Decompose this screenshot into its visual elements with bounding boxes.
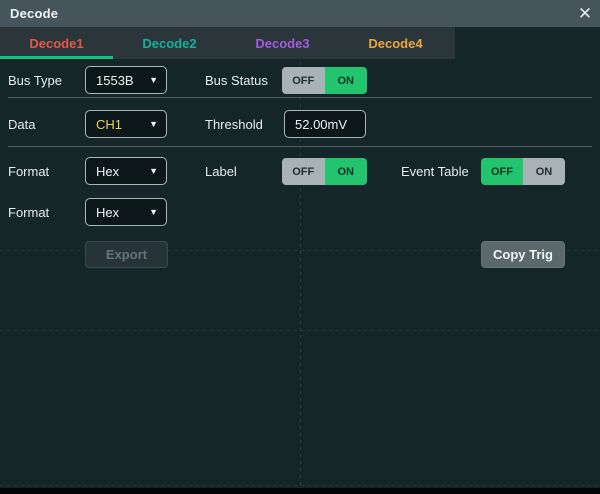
bus-status-toggle[interactable]: OFF ON [282, 67, 367, 94]
bus-type-dropdown[interactable]: 1553B ▼ [85, 66, 167, 94]
data-label: Data [8, 110, 35, 138]
data-source-dropdown[interactable]: CH1 ▼ [85, 110, 167, 138]
bus-status-label: Bus Status [205, 66, 268, 94]
separator [8, 97, 592, 98]
tab-decode3[interactable]: Decode3 [226, 27, 339, 59]
graticule-horizontal-line [0, 485, 600, 486]
tab-decode4[interactable]: Decode4 [339, 27, 452, 59]
tab-decode1[interactable]: Decode1 [0, 27, 113, 59]
threshold-input[interactable]: 52.00mV [284, 110, 366, 138]
tab-decode2[interactable]: Decode2 [113, 27, 226, 59]
format2-label: Format [8, 198, 49, 226]
format2-dropdown[interactable]: Hex ▼ [85, 198, 167, 226]
event-table-label: Event Table [401, 157, 469, 185]
format-dropdown[interactable]: Hex ▼ [85, 157, 167, 185]
format-label: Format [8, 157, 49, 185]
chevron-down-icon: ▼ [149, 119, 158, 129]
threshold-label: Threshold [205, 110, 263, 138]
bus-type-label: Bus Type [8, 66, 62, 94]
chevron-down-icon: ▼ [149, 207, 158, 217]
label-toggle[interactable]: OFF ON [282, 158, 367, 185]
dialog-title: Decode [0, 6, 58, 21]
close-icon[interactable]: ✕ [570, 0, 600, 27]
chevron-down-icon: ▼ [149, 75, 158, 85]
graticule-horizontal-line [0, 330, 600, 331]
separator [8, 146, 592, 147]
chevron-down-icon: ▼ [149, 166, 158, 176]
titlebar: Decode ✕ [0, 0, 600, 27]
bottom-strip [0, 488, 600, 494]
decode-dialog: Decode ✕ Decode1 Decode2 Decode3 Decode4… [0, 0, 600, 494]
copy-trig-button[interactable]: Copy Trig [481, 241, 565, 268]
tab-strip: Decode1 Decode2 Decode3 Decode4 [0, 27, 600, 59]
event-table-toggle[interactable]: OFF ON [481, 158, 565, 185]
label-switch-label: Label [205, 157, 237, 185]
export-button[interactable]: Export [85, 241, 168, 268]
